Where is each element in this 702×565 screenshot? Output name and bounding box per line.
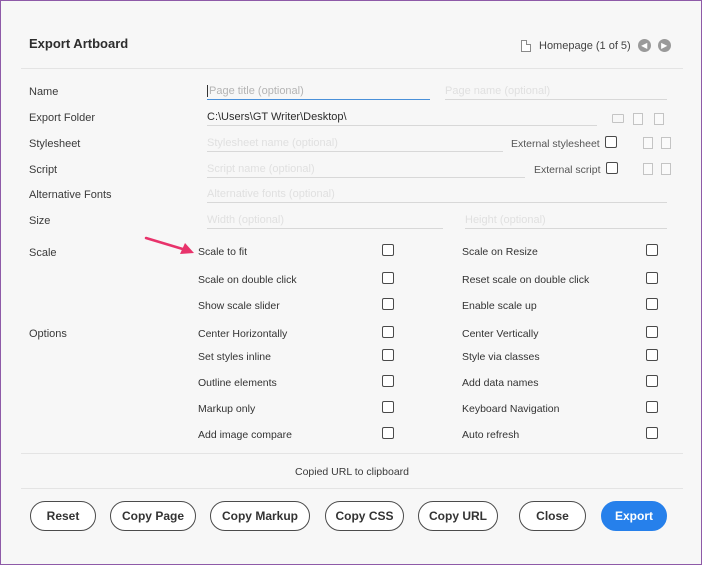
set-styles-inline-checkbox[interactable] [382, 349, 394, 361]
width-input[interactable]: Width (optional) [207, 211, 443, 229]
options-label: Options [29, 328, 67, 340]
stylesheet-file-icon[interactable] [643, 137, 653, 149]
status-message: Copied URL to clipboard [294, 466, 409, 478]
next-arrow-icon[interactable]: ▶ [657, 39, 671, 52]
add-data-names-label: Add data names [462, 377, 539, 389]
options-divider [21, 453, 683, 454]
reset-scale-checkbox[interactable] [646, 272, 658, 284]
markup-only-checkbox[interactable] [382, 401, 394, 413]
keyboard-navigation-checkbox[interactable] [646, 401, 658, 413]
outline-elements-label: Outline elements [198, 377, 277, 389]
center-vertically-checkbox[interactable] [646, 326, 658, 338]
file-icon[interactable] [633, 113, 643, 125]
scale-on-double-click-label: Scale on double click [198, 274, 297, 286]
checkbox-file-icon[interactable] [654, 113, 664, 125]
page-title-placeholder: Page title (optional) [209, 85, 304, 97]
outline-elements-checkbox[interactable] [382, 375, 394, 387]
scale-to-fit-label: Scale to fit [198, 246, 248, 258]
dialog-title: Export Artboard [29, 36, 129, 51]
stylesheet-label: Stylesheet [29, 138, 81, 150]
center-horizontally-label: Center Horizontally [198, 328, 288, 340]
external-script-checkbox[interactable] [606, 162, 618, 174]
alternative-fonts-label: Alternative Fonts [29, 189, 112, 201]
artboard-nav-label: Homepage (1 of 5) [539, 39, 631, 52]
add-image-compare-label: Add image compare [198, 429, 292, 441]
script-label: Script [29, 164, 58, 176]
reset-button[interactable]: Reset [30, 501, 96, 531]
auto-refresh-label: Auto refresh [462, 429, 520, 441]
enable-scale-up-checkbox[interactable] [646, 298, 658, 310]
copy-markup-button[interactable]: Copy Markup [210, 501, 310, 531]
folder-icon[interactable] [612, 114, 624, 123]
script-edit-icon[interactable] [661, 163, 671, 175]
size-label: Size [29, 215, 51, 227]
reset-scale-label: Reset scale on double click [462, 274, 590, 286]
keyboard-navigation-label: Keyboard Navigation [462, 403, 560, 415]
stylesheet-edit-icon[interactable] [661, 137, 671, 149]
copy-url-button[interactable]: Copy URL [418, 501, 498, 531]
set-styles-inline-label: Set styles inline [198, 351, 271, 363]
page-icon [521, 39, 531, 52]
alternative-fonts-input[interactable]: Alternative fonts (optional) [207, 185, 667, 203]
scale-to-fit-checkbox[interactable] [382, 244, 394, 256]
artboard-navigator: Homepage (1 of 5) ◀ ▶ [521, 39, 671, 52]
annotation-arrow-icon [144, 236, 194, 254]
export-artboard-dialog: Export Artboard Homepage (1 of 5) ◀ ▶ Na… [0, 0, 702, 565]
style-via-classes-label: Style via classes [462, 351, 540, 363]
script-file-icon[interactable] [643, 163, 653, 175]
show-scale-slider-label: Show scale slider [198, 300, 280, 312]
external-stylesheet-label: External stylesheet [511, 138, 600, 150]
close-button[interactable]: Close [519, 501, 586, 531]
add-image-compare-checkbox[interactable] [382, 427, 394, 439]
auto-refresh-checkbox[interactable] [646, 427, 658, 439]
header-divider [21, 68, 683, 69]
external-script-label: External script [534, 164, 601, 176]
scale-on-resize-checkbox[interactable] [646, 244, 658, 256]
style-via-classes-checkbox[interactable] [646, 349, 658, 361]
script-input[interactable]: Script name (optional) [207, 160, 525, 178]
copy-css-button[interactable]: Copy CSS [325, 501, 404, 531]
height-input[interactable]: Height (optional) [465, 211, 667, 229]
export-folder-label: Export Folder [29, 112, 96, 124]
scale-on-resize-label: Scale on Resize [462, 246, 538, 258]
show-scale-slider-checkbox[interactable] [382, 298, 394, 310]
enable-scale-up-label: Enable scale up [462, 300, 537, 312]
footer-divider [21, 488, 683, 489]
stylesheet-input[interactable]: Stylesheet name (optional) [207, 134, 503, 152]
scale-label: Scale [29, 247, 57, 259]
center-vertically-label: Center Vertically [462, 328, 539, 340]
name-label: Name [29, 86, 59, 98]
export-button[interactable]: Export [601, 501, 667, 531]
page-name-input[interactable]: Page name (optional) [445, 82, 667, 100]
scale-on-double-click-checkbox[interactable] [382, 272, 394, 284]
export-folder-input[interactable]: C:\Users\GT Writer\Desktop\ [207, 108, 597, 126]
external-stylesheet-checkbox[interactable] [605, 136, 617, 148]
previous-arrow-icon[interactable]: ◀ [637, 39, 651, 52]
add-data-names-checkbox[interactable] [646, 375, 658, 387]
text-caret [207, 85, 208, 98]
page-title-input[interactable]: Page title (optional) [207, 82, 430, 100]
markup-only-label: Markup only [198, 403, 256, 415]
center-horizontally-checkbox[interactable] [382, 326, 394, 338]
copy-page-button[interactable]: Copy Page [110, 501, 196, 531]
